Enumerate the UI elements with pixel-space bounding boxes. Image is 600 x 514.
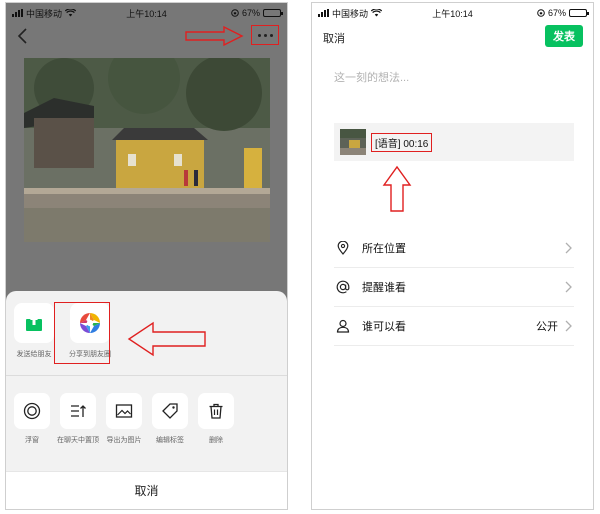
right-phone-screen: 中国移动 上午10:14 67% 取消 发表 这一刻的想法... [语音] 00… — [311, 2, 594, 510]
tag-icon — [162, 403, 178, 419]
status-bar: 中国移动 上午10:14 67% — [6, 3, 287, 23]
wifi-icon — [371, 9, 383, 17]
trash-icon — [209, 403, 223, 419]
wifi-icon — [65, 9, 77, 17]
compose-cancel-button[interactable]: 取消 — [323, 30, 345, 46]
battery-percent: 67% — [547, 8, 566, 18]
battery-icon — [569, 9, 589, 17]
chevron-right-icon — [565, 320, 572, 332]
share-to-friend-icon — [26, 315, 42, 331]
battery-icon — [263, 9, 283, 17]
remind-label: 提醒谁看 — [362, 282, 406, 294]
compose-options-list: 所在位置 提醒谁看 谁可以看 公开 — [334, 229, 574, 346]
export-image-label: 导出为图片 — [106, 437, 142, 444]
send-to-friend-button[interactable]: 发送给朋友 — [12, 303, 56, 359]
annotation-arrow-left — [127, 321, 206, 357]
lock-rotation-icon — [231, 9, 239, 17]
sheet-divider — [6, 375, 287, 376]
chevron-right-icon — [565, 281, 572, 293]
signal-icon — [12, 9, 23, 17]
voice-attachment-card[interactable]: [语音] 00:16 — [334, 123, 574, 161]
remind-row[interactable]: 提醒谁看 — [334, 268, 574, 307]
annotation-arrow-right — [185, 25, 244, 47]
annotation-highlight-box — [54, 302, 110, 364]
voice-thumbnail — [340, 129, 366, 155]
thoughts-input[interactable]: 这一刻的想法... — [334, 69, 409, 85]
float-window-button[interactable]: 浮窗 — [14, 393, 50, 445]
sheet-cancel-button[interactable]: 取消 — [6, 471, 287, 509]
back-chevron-icon[interactable] — [16, 27, 30, 45]
carrier-name: 中国移动 — [332, 8, 369, 19]
visibility-row[interactable]: 谁可以看 公开 — [334, 307, 574, 346]
delete-label: 删除 — [209, 437, 223, 444]
visibility-label: 谁可以看 — [362, 321, 406, 333]
edit-tag-label: 编辑标签 — [156, 437, 184, 444]
signal-icon — [318, 9, 329, 17]
person-icon — [336, 319, 350, 333]
battery-percent: 67% — [241, 8, 260, 18]
annotation-arrow-up — [382, 165, 412, 212]
visibility-value: 公开 — [536, 321, 558, 333]
at-sign-icon — [336, 280, 350, 294]
more-options-button[interactable] — [251, 25, 279, 45]
chevron-right-icon — [565, 242, 572, 254]
location-pin-icon — [337, 241, 349, 255]
location-row[interactable]: 所在位置 — [334, 229, 574, 268]
export-image-button[interactable]: 导出为图片 — [106, 393, 142, 445]
lock-rotation-icon — [537, 9, 545, 17]
pin-top-label: 在聊天中置顶 — [57, 437, 99, 444]
compose-top-bar: 取消 发表 — [312, 25, 593, 49]
action-sheet: 发送给朋友 分享到朋友圈 浮窗 在聊天中置顶 导出为图片 编辑标签 删除 取消 — [6, 291, 287, 509]
delete-button[interactable]: 删除 — [198, 393, 234, 445]
send-to-friend-label: 发送给朋友 — [16, 351, 52, 358]
favorite-photo — [24, 58, 270, 242]
edit-tag-button[interactable]: 编辑标签 — [152, 393, 188, 445]
left-phone-screen: 中国移动 上午10:14 67% 发送给朋友 分享到朋友圈 浮窗 在聊天中置顶 … — [5, 2, 288, 510]
float-window-label: 浮窗 — [25, 437, 39, 444]
float-window-icon — [23, 402, 41, 420]
location-label: 所在位置 — [362, 243, 406, 255]
image-icon — [115, 404, 133, 418]
carrier-name: 中国移动 — [26, 8, 63, 19]
status-bar: 中国移动 上午10:14 67% — [312, 3, 593, 23]
voice-duration-label: [语音] 00:16 — [371, 132, 433, 152]
publish-button[interactable]: 发表 — [545, 25, 583, 47]
pin-top-icon — [71, 405, 86, 417]
pin-top-button[interactable]: 在聊天中置顶 — [57, 393, 99, 445]
